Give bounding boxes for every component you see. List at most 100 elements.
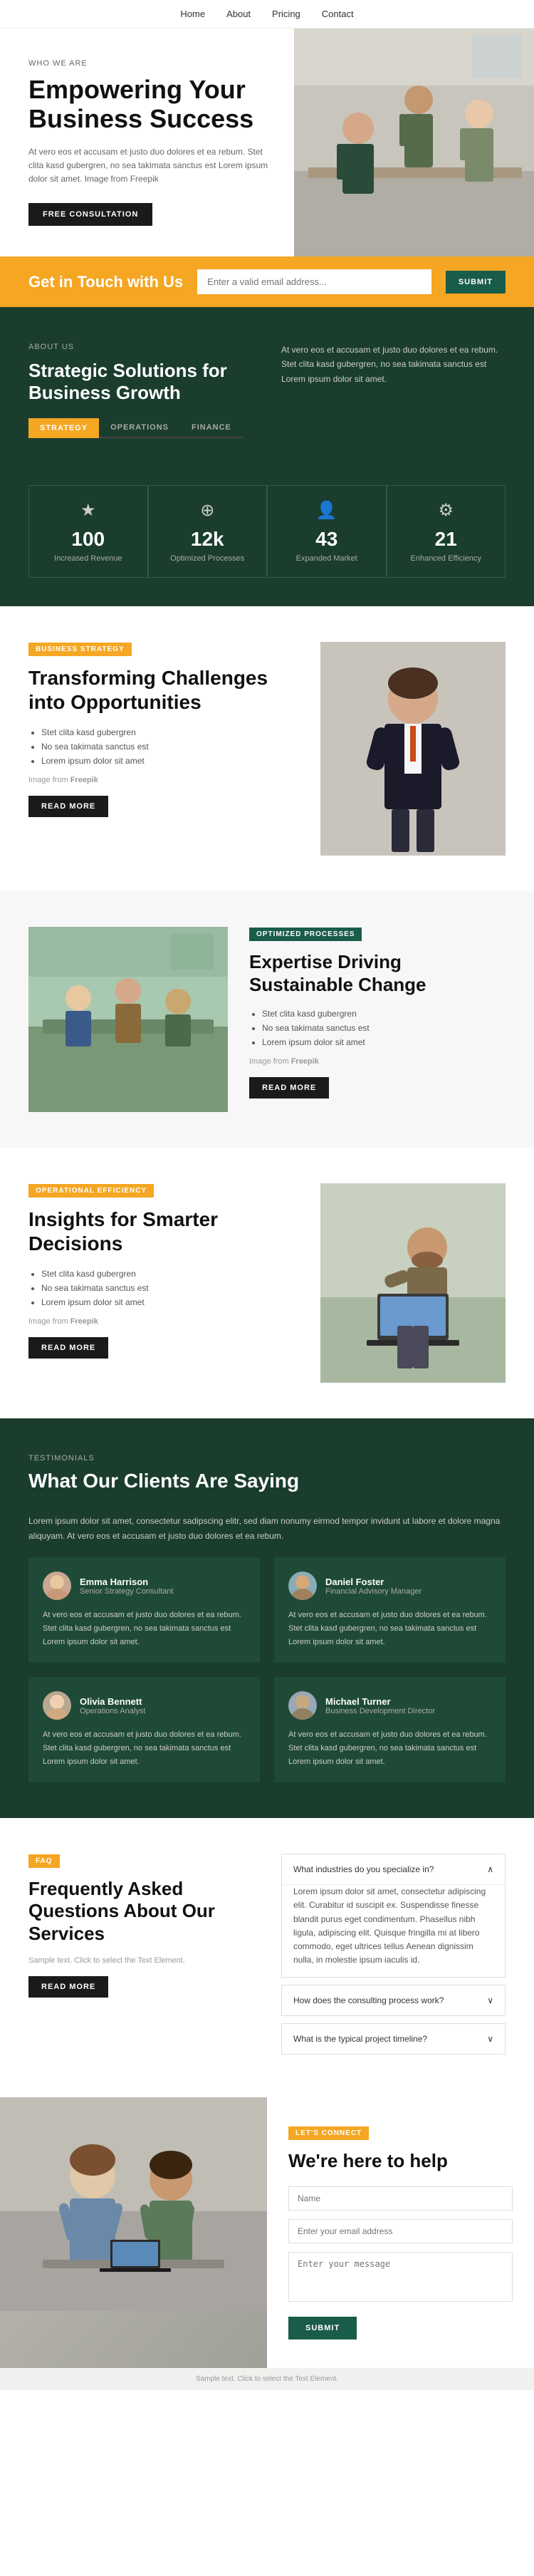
nav-contact[interactable]: Contact bbox=[322, 9, 354, 19]
testimonial-card-2: Daniel Foster Financial Advisory Manager… bbox=[274, 1557, 506, 1663]
nav-pricing[interactable]: Pricing bbox=[272, 9, 300, 19]
faq-read-more-button[interactable]: READ MORE bbox=[28, 1976, 108, 1998]
op-image bbox=[28, 927, 228, 1112]
chevron-down-icon-2: ∨ bbox=[487, 2034, 493, 2044]
processes-icon: ⊕ bbox=[156, 500, 260, 521]
name-olivia: Olivia Bennett bbox=[80, 1696, 145, 1707]
tab-finance[interactable]: FINANCE bbox=[180, 418, 243, 438]
faq-question-3[interactable]: What is the typical project timeline? ∨ bbox=[282, 2024, 505, 2054]
testimonials-tag: TESTIMONIALS bbox=[28, 1454, 506, 1463]
about-tabs: STRATEGY OPERATIONS FINANCE bbox=[28, 418, 253, 438]
op-photo bbox=[28, 927, 228, 1112]
faq-question-text-2: How does the consulting process work? bbox=[293, 1995, 444, 2005]
faq-question-2[interactable]: How does the consulting process work? ∨ bbox=[282, 1985, 505, 2015]
contact-submit-button[interactable]: SUBMIT bbox=[288, 2317, 357, 2339]
testimonials-intro: Lorem ipsum dolor sit amet, consectetur … bbox=[28, 1514, 506, 1543]
op-read-more-button[interactable]: READ MORE bbox=[249, 1077, 329, 1099]
oe-read-more-button[interactable]: READ MORE bbox=[28, 1337, 108, 1359]
person-olivia: Olivia Bennett Operations Analyst bbox=[43, 1691, 246, 1720]
testimonials-quote: Lorem ipsum dolor sit amet, consectetur … bbox=[28, 1514, 506, 1543]
email-input[interactable] bbox=[197, 269, 431, 294]
bs-photo bbox=[320, 642, 506, 856]
stat-market: 👤 43 Expanded Market bbox=[267, 485, 387, 578]
text-olivia: At vero eos et accusam et justo duo dolo… bbox=[43, 1728, 246, 1768]
oe-list-item: Lorem ipsum dolor sit amet bbox=[41, 1297, 299, 1307]
testimonials-grid: Emma Harrison Senior Strategy Consultant… bbox=[28, 1557, 506, 1782]
tab-strategy[interactable]: STRATEGY bbox=[28, 418, 99, 438]
about-section: ABOUT US Strategic Solutions for Busines… bbox=[0, 307, 534, 485]
contact-name-input[interactable] bbox=[288, 2186, 513, 2211]
op-list-item: Stet clita kasd gubergren bbox=[262, 1009, 506, 1019]
op-list: Stet clita kasd gubergren No sea takimat… bbox=[249, 1009, 506, 1047]
bs-content: BUSINESS STRATEGY Transforming Challenge… bbox=[28, 642, 299, 816]
testimonial-card-1: Emma Harrison Senior Strategy Consultant… bbox=[28, 1557, 260, 1663]
revenue-icon: ★ bbox=[36, 500, 140, 521]
op-content: OPTIMIZED PROCESSES Expertise Driving Su… bbox=[249, 927, 506, 1098]
op-image-credit: Image from Freepik bbox=[249, 1057, 506, 1066]
contact-photo bbox=[0, 2097, 267, 2368]
about-tag: ABOUT US bbox=[28, 343, 253, 351]
contact-title: We're here to help bbox=[288, 2150, 513, 2172]
testimonial-card-3: Olivia Bennett Operations Analyst At ver… bbox=[28, 1677, 260, 1782]
op-list-item: No sea takimata sanctus est bbox=[262, 1023, 506, 1033]
faq-title: Frequently Asked Questions About Our Ser… bbox=[28, 1878, 253, 1945]
faq-item-1: What industries do you specialize in? ∧ … bbox=[281, 1854, 506, 1978]
footer-text: Sample text. Click to select the Text El… bbox=[14, 2375, 520, 2383]
bs-tag: BUSINESS STRATEGY bbox=[28, 643, 132, 656]
revenue-number: 100 bbox=[36, 528, 140, 551]
contact-message-input[interactable] bbox=[288, 2252, 513, 2302]
oe-list-item: Stet clita kasd gubergren bbox=[41, 1269, 299, 1279]
name-emma: Emma Harrison bbox=[80, 1577, 173, 1587]
market-icon: 👤 bbox=[275, 500, 379, 521]
oe-photo bbox=[320, 1183, 506, 1383]
banner-title: Get in Touch with Us bbox=[28, 273, 183, 291]
bs-read-more-button[interactable]: READ MORE bbox=[28, 796, 108, 817]
consultation-button[interactable]: FREE CONSULTATION bbox=[28, 203, 152, 226]
oe-title: Insights for Smarter Decisions bbox=[28, 1208, 299, 1255]
testimonial-card-4: Michael Turner Business Development Dire… bbox=[274, 1677, 506, 1782]
hero-photo bbox=[294, 28, 534, 256]
faq-tag: FAQ bbox=[28, 1854, 60, 1868]
role-emma: Senior Strategy Consultant bbox=[80, 1587, 173, 1596]
testimonials-section: TESTIMONIALS What Our Clients Are Saying… bbox=[0, 1418, 534, 1818]
nav-about[interactable]: About bbox=[226, 9, 251, 19]
faq-section: FAQ Frequently Asked Questions About Our… bbox=[0, 1818, 534, 2097]
faq-question-text-1: What industries do you specialize in? bbox=[293, 1864, 434, 1874]
avatar-michael bbox=[288, 1691, 317, 1720]
role-michael: Business Development Director bbox=[325, 1707, 435, 1715]
about-left: ABOUT US Strategic Solutions for Busines… bbox=[28, 343, 253, 450]
market-number: 43 bbox=[275, 528, 379, 551]
person-daniel: Daniel Foster Financial Advisory Manager bbox=[288, 1572, 491, 1600]
avatar-olivia bbox=[43, 1691, 71, 1720]
role-olivia: Operations Analyst bbox=[80, 1707, 145, 1715]
efficiency-label: Enhanced Efficiency bbox=[394, 554, 498, 563]
submit-email-button[interactable]: SUBMIT bbox=[446, 271, 506, 294]
nav-home[interactable]: Home bbox=[180, 9, 205, 19]
about-description: At vero eos et accusam et justo duo dolo… bbox=[281, 343, 506, 386]
contact-section: LET'S CONNECT We're here to help SUBMIT bbox=[0, 2097, 534, 2368]
hero-image bbox=[294, 28, 534, 256]
about-title: Strategic Solutions for Business Growth bbox=[28, 360, 253, 404]
avatar-daniel bbox=[288, 1572, 317, 1600]
stat-efficiency: ⚙ 21 Enhanced Efficiency bbox=[387, 485, 506, 578]
op-title: Expertise Driving Sustainable Change bbox=[249, 951, 506, 995]
oe-image-credit: Image from Freepik bbox=[28, 1317, 299, 1326]
faq-question-1[interactable]: What industries do you specialize in? ∧ bbox=[282, 1854, 505, 1884]
contact-email-input[interactable] bbox=[288, 2219, 513, 2243]
faq-accordion: What industries do you specialize in? ∧ … bbox=[281, 1854, 506, 2062]
stats-section: ★ 100 Increased Revenue ⊕ 12k Optimized … bbox=[0, 485, 534, 606]
chevron-up-icon: ∧ bbox=[487, 1864, 493, 1874]
bs-image-credit: Image from Freepik bbox=[28, 776, 299, 784]
hero-content: WHO WE ARE Empowering Your Business Succ… bbox=[0, 28, 294, 256]
processes-number: 12k bbox=[156, 528, 260, 551]
optimized-processes-section: OPTIMIZED PROCESSES Expertise Driving Su… bbox=[0, 891, 534, 1148]
name-michael: Michael Turner bbox=[325, 1696, 435, 1707]
tab-operations[interactable]: OPERATIONS bbox=[99, 418, 180, 438]
hero-section: WHO WE ARE Empowering Your Business Succ… bbox=[0, 28, 534, 256]
bs-list-item: No sea takimata sanctus est bbox=[41, 742, 299, 752]
contact-image bbox=[0, 2097, 267, 2368]
chevron-down-icon: ∨ bbox=[487, 1995, 493, 2005]
avatar-emma bbox=[43, 1572, 71, 1600]
faq-item-3: What is the typical project timeline? ∨ bbox=[281, 2023, 506, 2055]
role-daniel: Financial Advisory Manager bbox=[325, 1587, 422, 1596]
